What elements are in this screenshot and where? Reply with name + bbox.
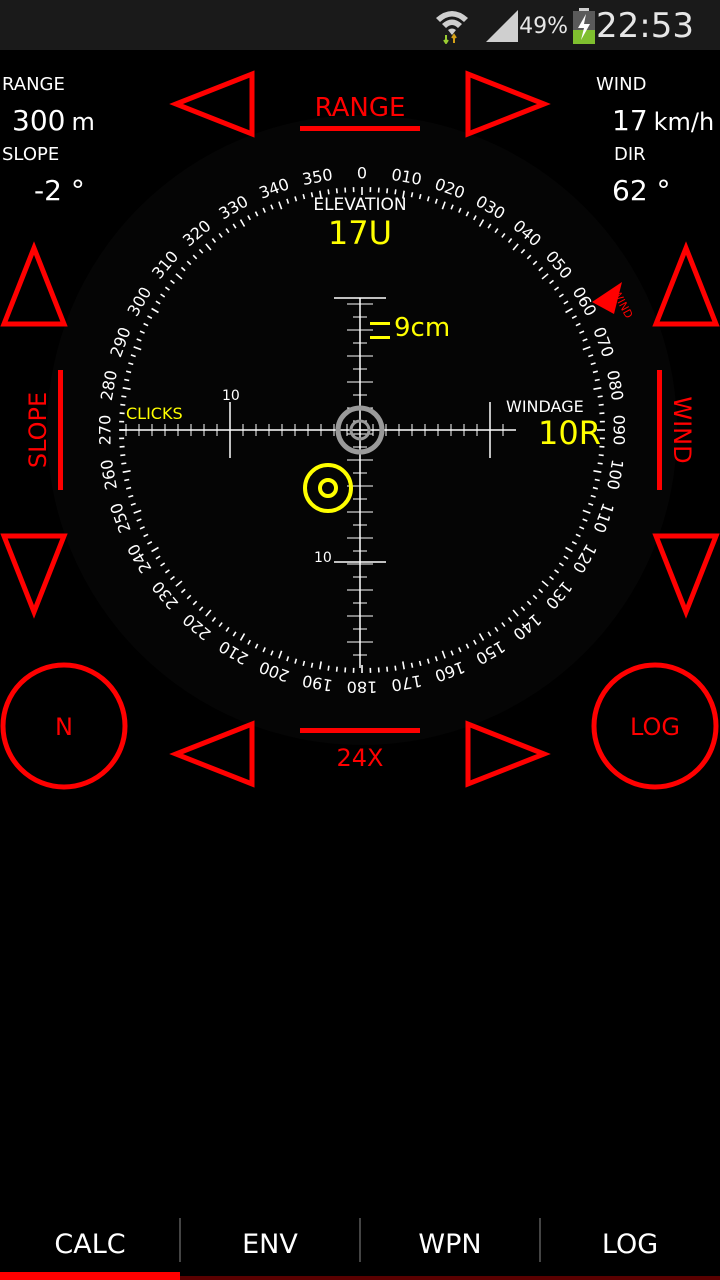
- compass-tick: [598, 403, 604, 406]
- tab-calc[interactable]: CALC: [0, 1208, 180, 1280]
- tab-underline: [180, 1276, 360, 1280]
- compass-tick: [327, 665, 330, 671]
- tab-log-label: LOG: [601, 1228, 659, 1260]
- slope-button-label: SLOPE: [24, 392, 52, 468]
- compass-tick: [597, 462, 603, 465]
- slope-decrease-button[interactable]: [0, 533, 68, 619]
- tab-wpn-label: WPN: [418, 1228, 482, 1260]
- compass-label: 0: [357, 164, 367, 183]
- range-decrease-button[interactable]: [169, 70, 255, 138]
- compass-tick: [394, 665, 397, 671]
- compass-tick: [386, 666, 389, 672]
- compass-label: 090: [610, 415, 629, 446]
- zoom-in-button[interactable]: [465, 720, 551, 788]
- range-button-label: RANGE: [315, 93, 406, 123]
- elevation-value: 17U: [328, 214, 392, 252]
- compass-tick: [386, 188, 389, 194]
- log-button[interactable]: LOG: [591, 662, 719, 790]
- tab-env[interactable]: ENV: [180, 1208, 360, 1280]
- compass-tick: [327, 189, 330, 195]
- compass-tick: [410, 662, 414, 668]
- tab-wpn[interactable]: WPN: [360, 1208, 540, 1280]
- tab-calc-label: CALC: [54, 1228, 126, 1260]
- tab-underline: [0, 1272, 180, 1280]
- compass-tick: [335, 188, 338, 194]
- compass-tick: [597, 395, 603, 398]
- compass-tick: [121, 462, 127, 465]
- zoom-out-button[interactable]: [169, 720, 255, 788]
- compass-tick: [410, 192, 414, 198]
- log-button-label: LOG: [630, 713, 680, 741]
- compass-tick: [124, 378, 130, 382]
- wind-button-label: WIND: [668, 396, 696, 463]
- scale-label-horizontal: 10: [222, 388, 240, 404]
- magnification-label: 24X: [337, 744, 384, 772]
- wind-decrease-button[interactable]: [652, 533, 720, 619]
- north-button-label: N: [55, 713, 73, 741]
- compass-tick: [394, 189, 397, 195]
- tab-underline: [540, 1276, 720, 1280]
- compass-label: 270: [96, 415, 115, 446]
- scale-label-vertical: 10: [314, 550, 332, 566]
- compass-tick: [124, 478, 130, 482]
- compass-tick: [310, 662, 314, 668]
- tab-env-label: ENV: [242, 1228, 298, 1260]
- compass-tick: [335, 666, 338, 672]
- compass-tick: [120, 454, 126, 457]
- compass-tick: [598, 454, 604, 457]
- compass-tick: [120, 403, 126, 406]
- scope-view: 0 010 020030040050060070080090100110120130…: [0, 70, 720, 790]
- tab-underline: [360, 1276, 540, 1280]
- range-increase-button[interactable]: [465, 70, 551, 138]
- clicks-label: CLICKS: [126, 404, 183, 423]
- windage-value: 10R: [538, 414, 601, 452]
- compass-label: 180: [347, 678, 378, 697]
- compass-tick: [594, 478, 600, 482]
- elevation-label: ELEVATION: [313, 195, 406, 215]
- slope-increase-button[interactable]: [0, 241, 68, 327]
- compass-tick: [121, 395, 127, 398]
- compass-tick: [594, 378, 600, 382]
- wind-increase-button[interactable]: [652, 241, 720, 327]
- north-button[interactable]: N: [0, 662, 128, 790]
- group-size-value: 9cm: [394, 313, 450, 343]
- tab-log[interactable]: LOG: [540, 1208, 720, 1280]
- bottom-tab-bar: CALC ENV WPN LOG: [0, 1208, 720, 1280]
